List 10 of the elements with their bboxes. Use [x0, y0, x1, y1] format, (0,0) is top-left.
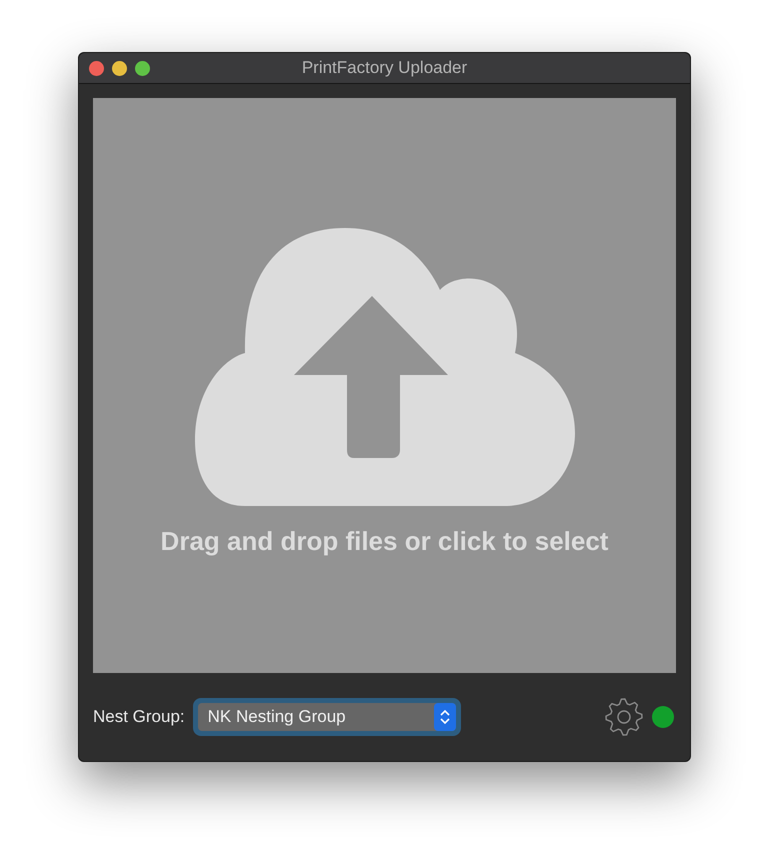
- window-title: PrintFactory Uploader: [302, 57, 468, 80]
- zoom-button[interactable]: [135, 61, 150, 76]
- cloud-upload-icon: [194, 228, 574, 508]
- stepper-icon[interactable]: [434, 703, 456, 731]
- minimize-button[interactable]: [112, 61, 127, 76]
- close-button[interactable]: [89, 61, 104, 76]
- nest-group-label: Nest Group:: [93, 706, 185, 728]
- settings-icon[interactable]: [604, 697, 644, 737]
- drop-instruction: Drag and drop files or click to select: [160, 525, 608, 558]
- nest-group-select[interactable]: NK Nesting Group: [192, 698, 461, 736]
